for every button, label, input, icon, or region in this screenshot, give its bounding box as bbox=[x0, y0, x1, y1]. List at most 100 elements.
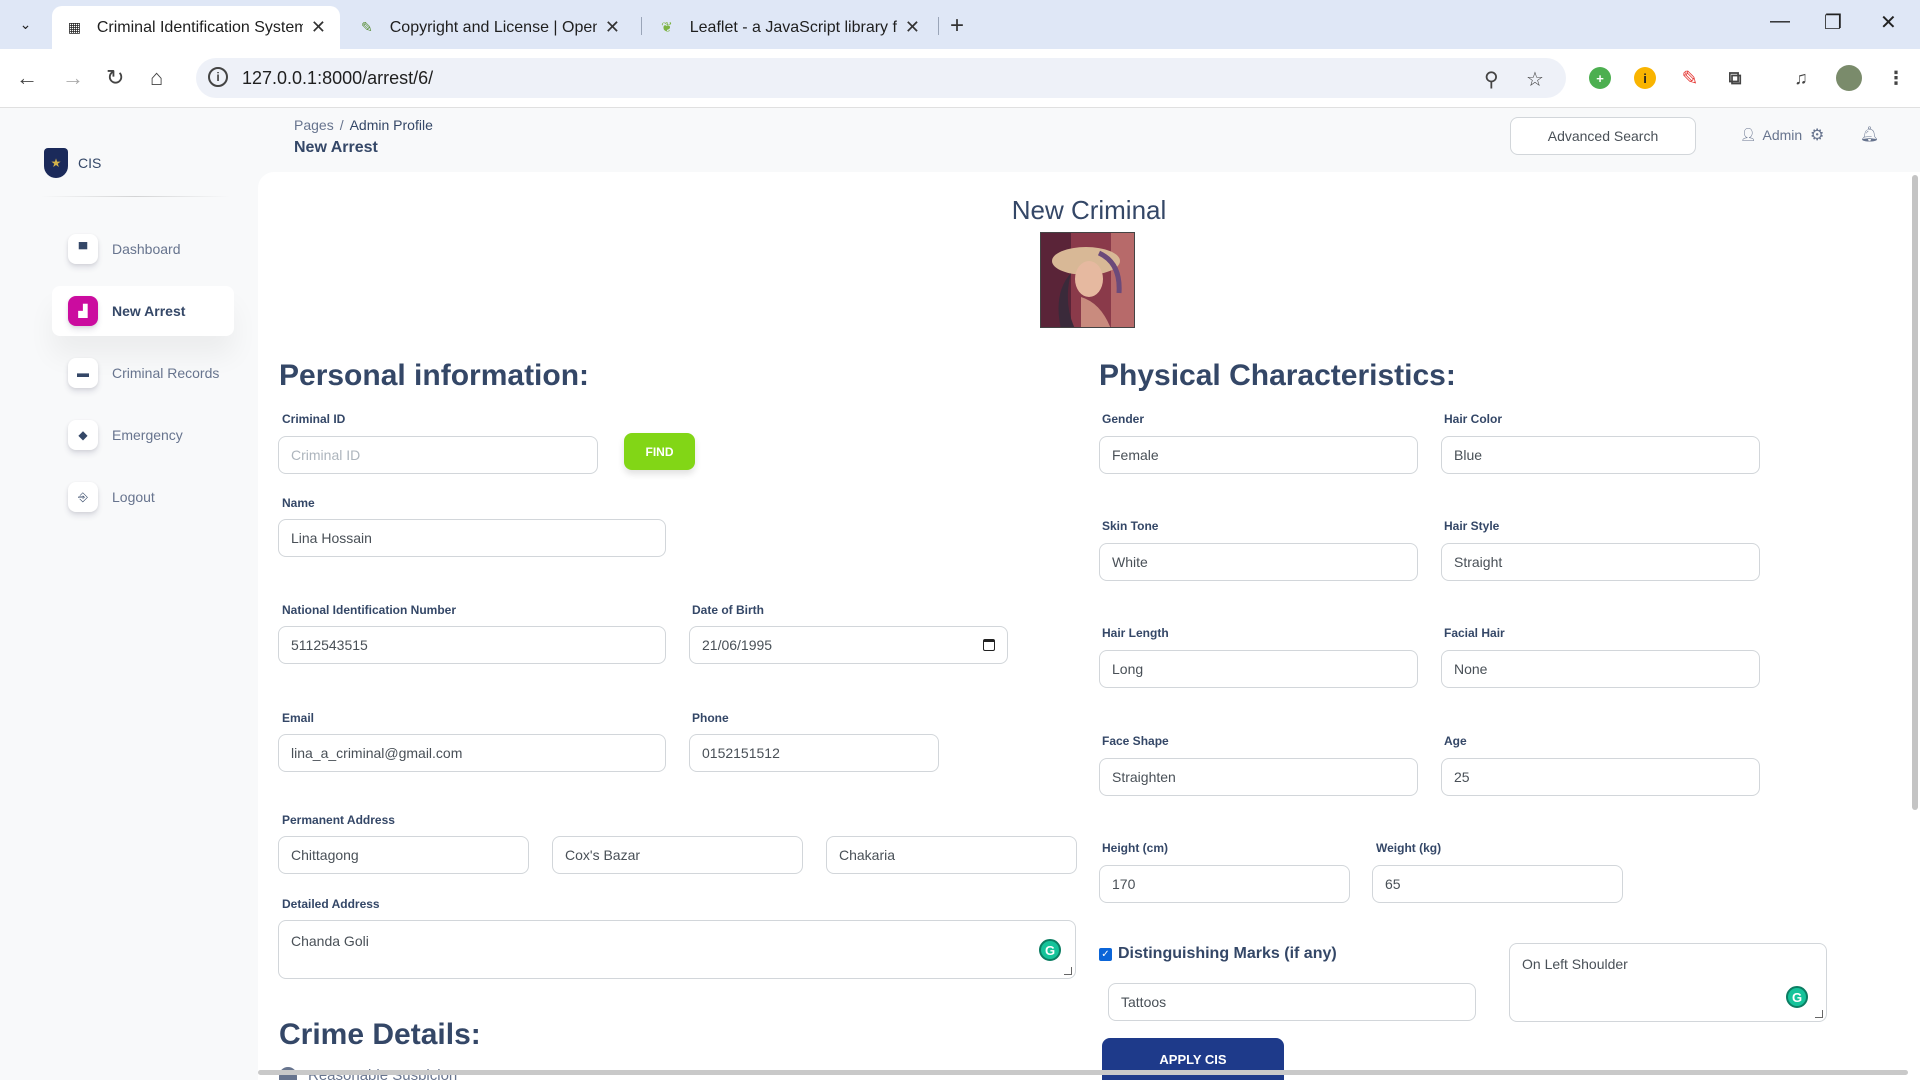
dob-label: Date of Birth bbox=[692, 603, 764, 617]
minimize-icon[interactable]: — bbox=[1770, 10, 1790, 33]
sidebar-item-new-arrest[interactable]: ▟ New Arrest bbox=[52, 286, 234, 336]
admin-label: Admin bbox=[1762, 127, 1803, 143]
district-select[interactable]: Cox's Bazar bbox=[552, 836, 803, 874]
sidebar-item-dashboard[interactable]: ▀ Dashboard bbox=[52, 224, 234, 274]
age-input[interactable]: 25 bbox=[1441, 758, 1760, 796]
tab-search-chevron-icon[interactable]: ⌄ bbox=[12, 11, 39, 38]
tab-title: Leaflet - a JavaScript library for bbox=[689, 18, 897, 36]
hair-length-label: Hair Length bbox=[1102, 626, 1169, 640]
zoom-icon[interactable]: ⚲ bbox=[1484, 67, 1499, 92]
distinguishing-marks-checkbox[interactable]: ✓ bbox=[1099, 948, 1112, 961]
email-input[interactable]: lina_a_criminal@gmail.com bbox=[278, 734, 666, 772]
criminal-id-input[interactable]: Criminal ID bbox=[278, 436, 598, 474]
facial-hair-label: Facial Hair bbox=[1444, 626, 1505, 640]
office-icon: ▟ bbox=[68, 296, 98, 326]
vertical-scrollbar[interactable] bbox=[1912, 175, 1918, 810]
facial-hair-select[interactable]: None bbox=[1441, 650, 1760, 688]
hair-style-label: Hair Style bbox=[1444, 519, 1500, 533]
profile-avatar[interactable] bbox=[1836, 65, 1862, 91]
more-menu-icon[interactable]: ⋮ bbox=[1885, 67, 1907, 89]
new-tab-icon[interactable]: + bbox=[950, 12, 964, 40]
user-icon: 👤︎ bbox=[1740, 127, 1757, 142]
browser-tab[interactable]: ✎ Copyright and License | OpenSt ✕ bbox=[344, 6, 634, 49]
bookmark-star-icon[interactable]: ☆ bbox=[1526, 67, 1544, 92]
extensions-puzzle-icon[interactable]: ⧉ bbox=[1724, 67, 1746, 89]
hair-color-label: Hair Color bbox=[1444, 412, 1503, 426]
dob-input[interactable]: 21/06/1995 bbox=[689, 626, 1008, 664]
close-icon[interactable]: ✕ bbox=[605, 17, 620, 38]
distinguishing-marks-label: Distinguishing Marks (if any) bbox=[1118, 945, 1337, 962]
dob-value: 21/06/1995 bbox=[702, 637, 773, 653]
hair-style-select[interactable]: Straight bbox=[1441, 543, 1760, 581]
sidebar-item-emergency[interactable]: ◆ Emergency bbox=[52, 410, 234, 460]
height-label: Height (cm) bbox=[1102, 841, 1168, 855]
browser-tab-active[interactable]: ▦ Criminal Identification System - ✕ bbox=[52, 6, 340, 49]
gear-icon[interactable]: ⚙ bbox=[1810, 125, 1824, 145]
sidebar-item-logout[interactable]: ⎆ Logout bbox=[52, 472, 234, 522]
admin-user-link[interactable]: 👤︎ Admin bbox=[1740, 127, 1802, 143]
breadcrumb: Pages / Admin Profile bbox=[294, 117, 433, 133]
back-icon[interactable]: ← bbox=[16, 65, 38, 91]
permanent-address-label: Permanent Address bbox=[282, 813, 395, 827]
find-button[interactable]: FIND bbox=[624, 433, 695, 470]
reload-icon[interactable]: ↻ bbox=[106, 65, 124, 91]
phone-input[interactable]: 0152151512 bbox=[689, 734, 939, 772]
distinguishing-marks-description[interactable]: On Left Shoulder G bbox=[1509, 943, 1827, 1022]
gender-select[interactable]: Female bbox=[1099, 436, 1418, 474]
physical-heading: Physical Characteristics: bbox=[1099, 359, 1456, 392]
form-title: New Criminal bbox=[1011, 195, 1167, 225]
weight-input[interactable]: 65 bbox=[1372, 865, 1623, 903]
bell-icon[interactable]: 🔔︎ bbox=[1860, 125, 1879, 143]
resize-handle[interactable] bbox=[1815, 1010, 1823, 1018]
hair-color-select[interactable]: Blue bbox=[1441, 436, 1760, 474]
face-shape-select[interactable]: Straighten bbox=[1099, 758, 1418, 796]
breadcrumb-separator: / bbox=[339, 117, 344, 133]
phone-label: Phone bbox=[692, 711, 729, 725]
close-icon[interactable]: ✕ bbox=[311, 17, 326, 38]
skin-tone-select[interactable]: White bbox=[1099, 543, 1418, 581]
division-select[interactable]: Chittagong bbox=[278, 836, 529, 874]
site-info-icon[interactable]: i bbox=[208, 67, 228, 87]
nid-label: National Identification Number bbox=[282, 603, 457, 617]
browser-tab-bar: ⌄ ▦ Criminal Identification System - ✕ ✎… bbox=[0, 0, 1920, 49]
tab-title: Copyright and License | OpenSt bbox=[389, 18, 597, 36]
resize-handle[interactable] bbox=[1064, 967, 1072, 975]
nid-input[interactable]: 5112543515 bbox=[278, 626, 666, 664]
restore-icon[interactable]: ❐ bbox=[1824, 10, 1842, 35]
tab-title: Criminal Identification System - bbox=[96, 18, 303, 36]
close-window-icon[interactable]: ✕ bbox=[1880, 10, 1897, 35]
shop-icon: ▀ bbox=[68, 234, 98, 264]
media-control-icon[interactable]: ♫ bbox=[1790, 67, 1812, 89]
upazila-select[interactable]: Chakaria bbox=[826, 836, 1077, 874]
hair-length-select[interactable]: Long bbox=[1099, 650, 1418, 688]
leaflet-icon: ❦ bbox=[661, 19, 673, 35]
breadcrumb-root[interactable]: Pages bbox=[294, 117, 334, 133]
calendar-icon[interactable] bbox=[983, 639, 995, 651]
grammarly-icon[interactable]: G bbox=[1039, 939, 1061, 961]
sidebar: ★ CIS ▀ Dashboard ▟ New Arrest ▬ Crimina… bbox=[0, 108, 250, 1080]
name-input[interactable]: Lina Hossain bbox=[278, 519, 666, 557]
breadcrumb-current: Admin Profile bbox=[349, 117, 433, 133]
brand[interactable]: ★ CIS bbox=[44, 148, 101, 178]
extension-coin-icon[interactable]: i bbox=[1634, 67, 1656, 89]
distinguishing-marks-type-input[interactable]: Tattoos bbox=[1108, 983, 1476, 1021]
address-bar[interactable]: i 127.0.0.1:8000/arrest/6/ ⚲ ☆ bbox=[196, 58, 1566, 98]
sidebar-item-criminal-records[interactable]: ▬ Criminal Records bbox=[52, 348, 234, 398]
forward-icon[interactable]: → bbox=[62, 65, 84, 91]
detailed-address-textarea[interactable]: Chanda Goli G bbox=[278, 920, 1076, 979]
box-icon: ◆ bbox=[68, 420, 98, 450]
distinguishing-description-value: On Left Shoulder bbox=[1522, 956, 1628, 972]
close-icon[interactable]: ✕ bbox=[905, 17, 920, 38]
page-icon: ▦ bbox=[67, 19, 82, 35]
weight-label: Weight (kg) bbox=[1376, 841, 1442, 855]
tab-separator bbox=[641, 17, 642, 35]
browser-tab[interactable]: ❦ Leaflet - a JavaScript library for ✕ bbox=[644, 6, 934, 49]
extension-plus-icon[interactable]: + bbox=[1589, 67, 1611, 89]
crime-details-heading: Crime Details: bbox=[279, 1018, 481, 1051]
grammarly-icon[interactable]: G bbox=[1786, 986, 1808, 1008]
height-input[interactable]: 170 bbox=[1099, 865, 1350, 903]
extension-pen-icon[interactable]: ✎ bbox=[1679, 67, 1701, 90]
advanced-search-button[interactable]: Advanced Search bbox=[1510, 117, 1696, 155]
home-icon[interactable]: ⌂ bbox=[150, 65, 163, 91]
horizontal-scrollbar[interactable] bbox=[258, 1070, 1908, 1075]
